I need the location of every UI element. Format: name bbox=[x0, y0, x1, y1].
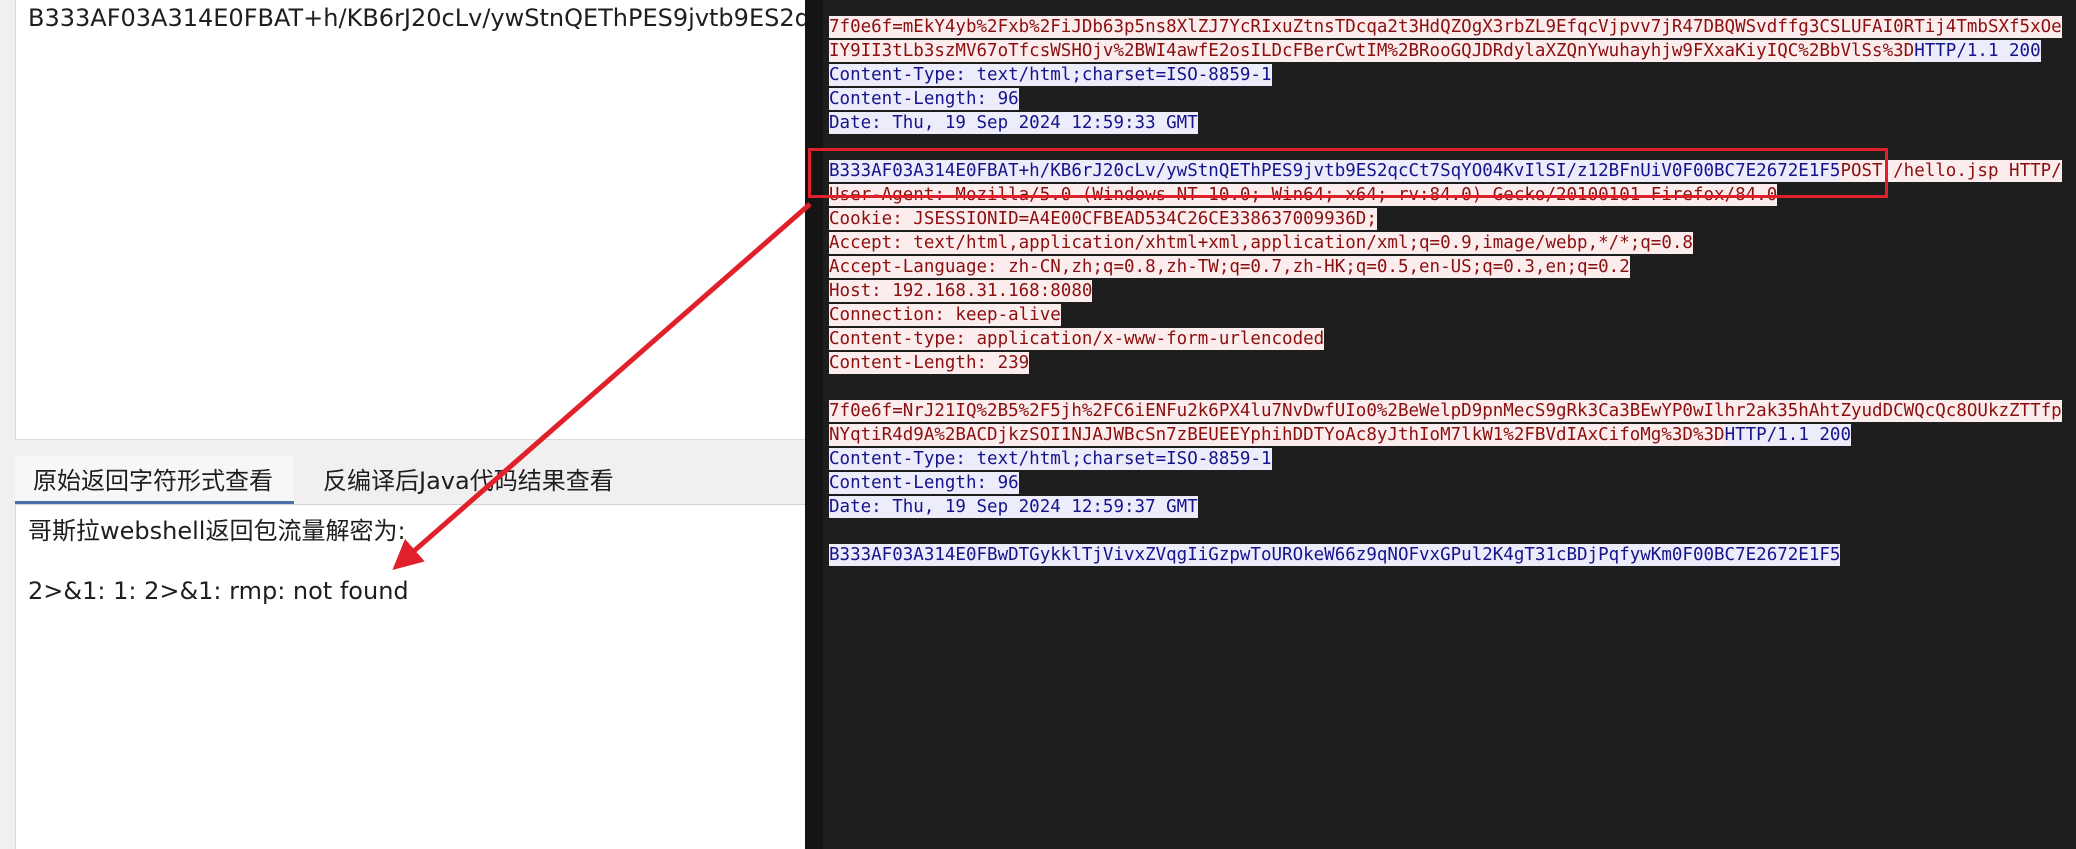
request-line: User-Agent: Mozilla/5.0 (Windows NT 10.0… bbox=[829, 183, 2076, 207]
response-text: B333AF03A314E0FBwDTGykklTjVivxZVqgIiGzpw… bbox=[829, 544, 1841, 566]
request-text: NYqtiR4d9A%2BACDjkzSOI1NJAJWBcSn7zBEUEEY… bbox=[829, 424, 1725, 446]
request-line: Host: 192.168.31.168:8080 bbox=[829, 279, 2076, 303]
request-text: Content-Length: 239 bbox=[829, 352, 1030, 374]
http-stream-console[interactable]: 7f0e6f=mEkY4yb%2Fxb%2FiJDb63p5ns8XlZJ7Yc… bbox=[805, 0, 2076, 849]
request-text: Accept-Language: zh-CN,zh;q=0.8,zh-TW;q=… bbox=[829, 256, 1630, 278]
tab-raw-string-view[interactable]: 原始返回字符形式查看 bbox=[15, 456, 294, 504]
request-text: User-Agent: Mozilla/5.0 (Windows NT 10.0… bbox=[829, 184, 1778, 206]
response-text: HTTP/1.1 200 bbox=[1724, 424, 1851, 446]
ciphertext-value: B333AF03A314E0FBAT+h/KB6rJ20cLv/ywStnQET… bbox=[28, 4, 805, 32]
response-line: Content-Type: text/html;charset=ISO-8859… bbox=[829, 63, 2076, 87]
request-text: Connection: keep-alive bbox=[829, 304, 1061, 326]
request-line: Content-Length: 239 bbox=[829, 351, 2076, 375]
response-text: HTTP/1.1 200 bbox=[1914, 40, 2041, 62]
request-text: 7f0e6f=mEkY4yb%2Fxb%2FiJDb63p5ns8XlZJ7Yc… bbox=[829, 16, 2062, 38]
response-text: Content-Length: 96 bbox=[829, 88, 1019, 110]
request-text: 7f0e6f=NrJ21IQ%2B5%2F5jh%2FC6iENFu2k6PX4… bbox=[829, 400, 2062, 422]
console-line: NYqtiR4d9A%2BACDjkzSOI1NJAJWBcSn7zBEUEEY… bbox=[829, 423, 2076, 447]
request-text: POST /hello.jsp HTTP/ bbox=[1840, 160, 2062, 182]
console-edge-strip bbox=[805, 0, 823, 849]
request-text: IY9II3tLb3szMV67oTfcsWSHOjv%2BWI4awfE2os… bbox=[829, 40, 1915, 62]
response-line: Content-Length: 96 bbox=[829, 471, 2076, 495]
response-text: Content-Type: text/html;charset=ISO-8859… bbox=[829, 448, 1272, 470]
decrypt-tool-window: B333AF03A314E0FBAT+h/KB6rJ20cLv/ywStnQET… bbox=[0, 0, 805, 849]
response-text: Content-Length: 96 bbox=[829, 472, 1019, 494]
tab-decompiled-java-view[interactable]: 反编译后Java代码结果查看 bbox=[305, 456, 645, 504]
request-line: Content-type: application/x-www-form-url… bbox=[829, 327, 2076, 351]
ciphertext-input[interactable]: B333AF03A314E0FBAT+h/KB6rJ20cLv/ywStnQET… bbox=[15, 0, 805, 440]
response-text: Content-Type: text/html;charset=ISO-8859… bbox=[829, 64, 1272, 86]
console-line: IY9II3tLb3szMV67oTfcsWSHOjv%2BWI4awfE2os… bbox=[829, 39, 2076, 63]
response-text: Date: Thu, 19 Sep 2024 12:59:37 GMT bbox=[829, 496, 1198, 518]
response-text: B333AF03A314E0FBAT+h/KB6rJ20cLv/ywStnQET… bbox=[829, 160, 1841, 182]
request-text: Content-type: application/x-www-form-url… bbox=[829, 328, 1325, 350]
request-text: Cookie: JSESSIONID=A4E00CFBEAD534C26CE33… bbox=[829, 208, 1377, 230]
response-line: Date: Thu, 19 Sep 2024 12:59:37 GMT bbox=[829, 495, 2076, 519]
request-text: Host: 192.168.31.168:8080 bbox=[829, 280, 1093, 302]
request-line: 7f0e6f=mEkY4yb%2Fxb%2FiJDb63p5ns8XlZJ7Yc… bbox=[829, 15, 2076, 39]
request-text: Accept: text/html,application/xhtml+xml,… bbox=[829, 232, 1693, 254]
request-line: Cookie: JSESSIONID=A4E00CFBEAD534C26CE33… bbox=[829, 207, 2076, 231]
result-tab-bar: 原始返回字符形式查看 反编译后Java代码结果查看 bbox=[15, 456, 805, 505]
decrypted-output-panel[interactable]: 哥斯拉webshell返回包流量解密为: 2>&1: 1: 2>&1: rmp:… bbox=[15, 505, 805, 849]
response-line: Content-Length: 96 bbox=[829, 87, 2076, 111]
output-result: 2>&1: 1: 2>&1: rmp: not found bbox=[28, 577, 409, 605]
output-title: 哥斯拉webshell返回包流量解密为: bbox=[28, 517, 406, 545]
request-line: Connection: keep-alive bbox=[829, 303, 2076, 327]
response-line: Date: Thu, 19 Sep 2024 12:59:33 GMT bbox=[829, 111, 2076, 135]
request-line: Accept-Language: zh-CN,zh;q=0.8,zh-TW;q=… bbox=[829, 255, 2076, 279]
response-line: B333AF03A314E0FBwDTGykklTjVivxZVqgIiGzpw… bbox=[829, 543, 2076, 567]
response-line: Content-Type: text/html;charset=ISO-8859… bbox=[829, 447, 2076, 471]
request-line: 7f0e6f=NrJ21IQ%2B5%2F5jh%2FC6iENFu2k6PX4… bbox=[829, 399, 2076, 423]
console-line: B333AF03A314E0FBAT+h/KB6rJ20cLv/ywStnQET… bbox=[829, 159, 2076, 183]
request-line: Accept: text/html,application/xhtml+xml,… bbox=[829, 231, 2076, 255]
response-text: Date: Thu, 19 Sep 2024 12:59:33 GMT bbox=[829, 112, 1198, 134]
console-body: 7f0e6f=mEkY4yb%2Fxb%2FiJDb63p5ns8XlZJ7Yc… bbox=[829, 15, 2076, 567]
